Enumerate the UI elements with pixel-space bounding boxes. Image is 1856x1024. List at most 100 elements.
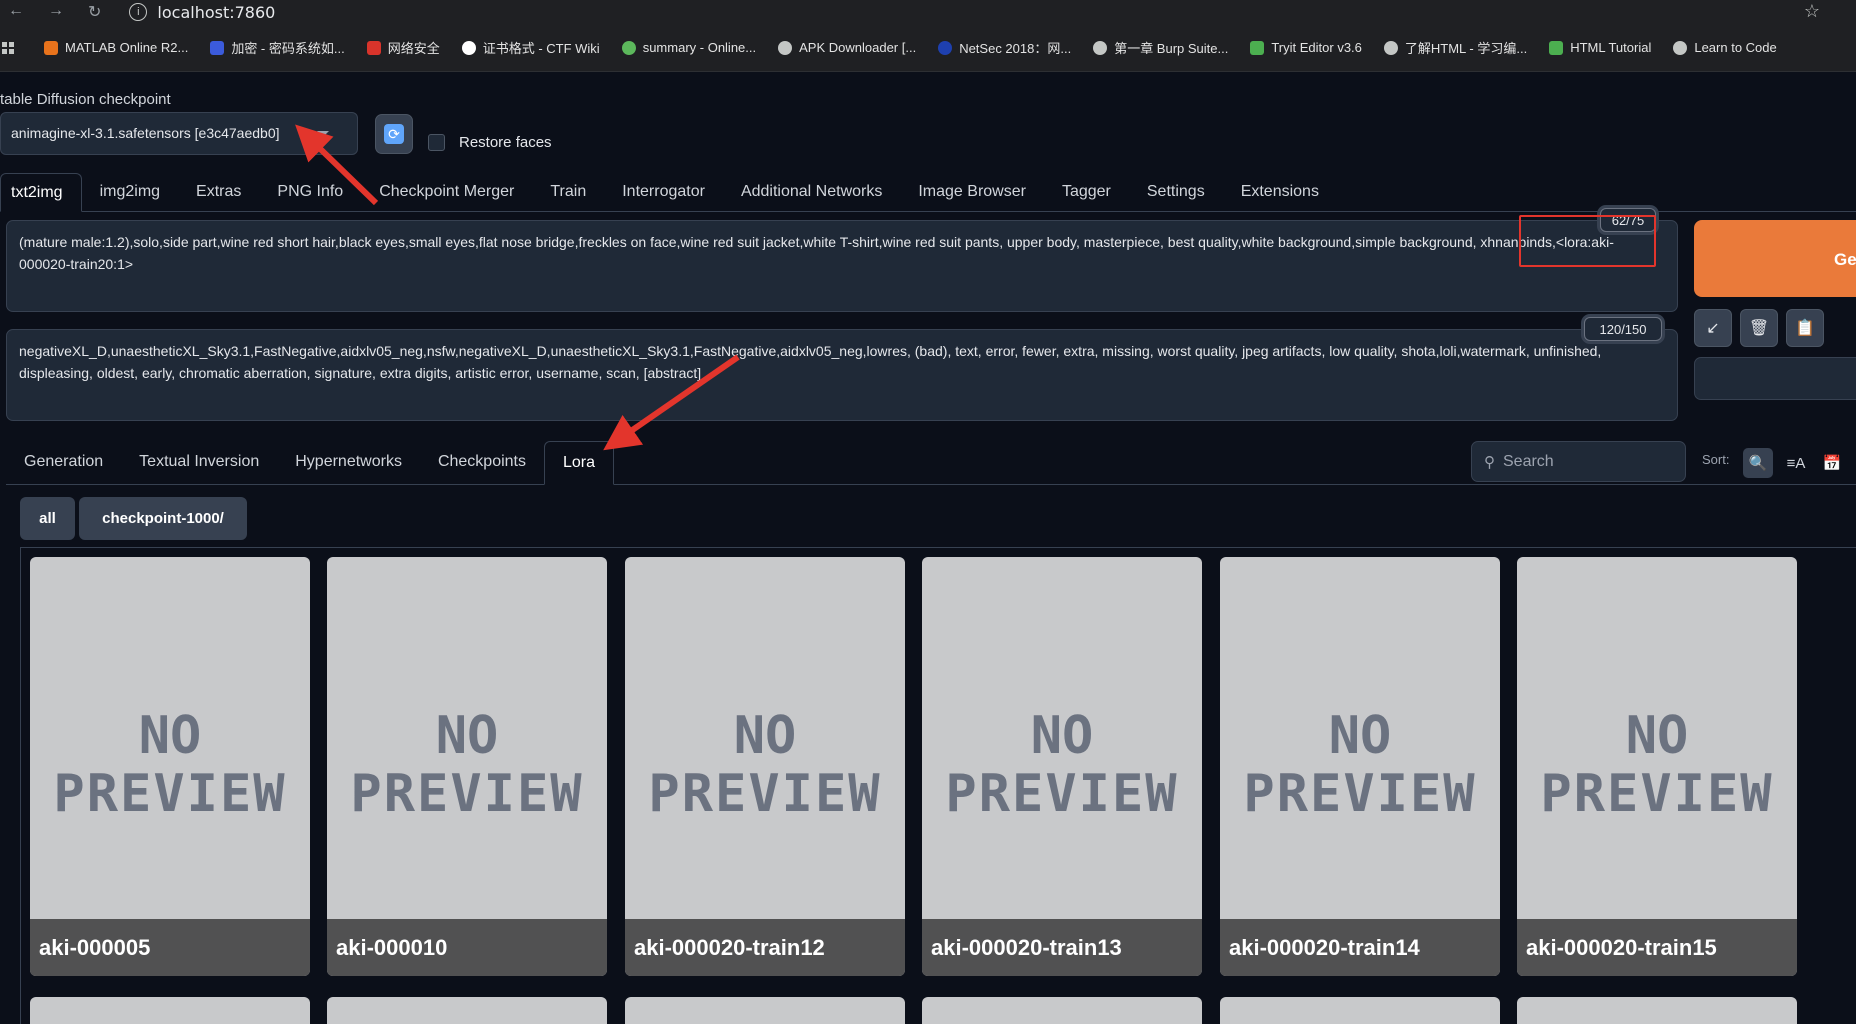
no-preview-line2: PREVIEW bbox=[350, 764, 584, 824]
bookmark-favicon-icon bbox=[366, 40, 381, 55]
no-preview-placeholder: NO PREVIEW bbox=[327, 707, 607, 823]
tab-png-info[interactable]: PNG Info bbox=[259, 173, 361, 212]
paste-button[interactable]: 📋 bbox=[1786, 309, 1824, 347]
trash-icon: 🗑 bbox=[1748, 320, 1770, 337]
bookmark-item[interactable]: 加密 - 密码系统如... bbox=[210, 38, 345, 57]
bookmark-item[interactable]: MATLAB Online R2... bbox=[44, 40, 188, 55]
tab-checkpoints[interactable]: Checkpoints bbox=[420, 441, 544, 485]
lora-cards-grid: NO PREVIEW aki-000005 NO PREVIEW aki-00001… bbox=[20, 547, 1856, 1024]
tab-img2img[interactable]: img2img bbox=[82, 173, 178, 212]
lora-card[interactable]: NO PREVIEW aki-000020-train13 bbox=[922, 557, 1202, 976]
tab-checkpoint-merger[interactable]: Checkpoint Merger bbox=[361, 173, 532, 212]
bookmark-label: summary - Online... bbox=[642, 40, 757, 55]
bookmark-star-icon[interactable]: ☆ bbox=[1804, 1, 1820, 22]
reload-icon[interactable]: ↻ bbox=[88, 2, 101, 22]
filter-all-button[interactable]: all bbox=[20, 497, 75, 540]
bookmark-item[interactable]: 了解HTML - 学习编... bbox=[1383, 38, 1528, 57]
bookmark-item[interactable]: HTML Tutorial bbox=[1549, 40, 1651, 55]
lora-card[interactable]: NO PREVIEW aki-000010 bbox=[327, 557, 607, 976]
tab-lora[interactable]: Lora bbox=[543, 441, 615, 485]
no-preview-line2: PREVIEW bbox=[945, 764, 1179, 824]
bookmark-label: 网络安全 bbox=[387, 41, 440, 56]
refresh-icon: ⟳ bbox=[384, 124, 404, 144]
bookmark-item[interactable]: Tryit Editor v3.6 bbox=[1250, 40, 1362, 55]
bookmark-favicon-icon bbox=[1250, 40, 1265, 55]
bookmark-item[interactable]: summary - Online... bbox=[621, 40, 757, 55]
restore-faces-option[interactable]: Restore faces bbox=[428, 134, 552, 151]
lora-card[interactable]: NO PREVIEW aki-000020-train12 bbox=[625, 557, 905, 976]
lora-card-partial[interactable] bbox=[1220, 997, 1500, 1024]
no-preview-line1: NO bbox=[733, 706, 797, 766]
restore-faces-checkbox[interactable] bbox=[428, 134, 445, 151]
bookmark-item[interactable]: Learn to Code bbox=[1673, 40, 1777, 55]
tab-image-browser[interactable]: Image Browser bbox=[900, 173, 1044, 212]
url-text[interactable]: localhost:7860 bbox=[157, 3, 275, 22]
globe-icon bbox=[1093, 40, 1108, 55]
bookmark-item[interactable]: 证书格式 - CTF Wiki bbox=[461, 38, 600, 57]
bookmark-favicon-icon bbox=[461, 40, 476, 55]
read-params-button[interactable]: ↙ bbox=[1694, 309, 1732, 347]
tab-tagger[interactable]: Tagger bbox=[1044, 173, 1129, 212]
clear-prompt-button[interactable]: 🗑 bbox=[1740, 309, 1778, 347]
apps-grid-icon[interactable] bbox=[2, 41, 14, 54]
bookmark-item[interactable]: NetSec 2018：网... bbox=[938, 38, 1071, 57]
bookmark-label: NetSec 2018：网... bbox=[959, 41, 1072, 56]
site-info-icon[interactable]: i bbox=[129, 3, 148, 21]
lora-card[interactable]: NO PREVIEW aki-000020-train15 bbox=[1517, 557, 1797, 976]
search-input[interactable]: ⚲ Search bbox=[1471, 441, 1686, 482]
lora-card-partial[interactable] bbox=[625, 997, 905, 1024]
lora-card[interactable]: NO PREVIEW aki-000005 bbox=[30, 557, 310, 976]
tab-additional-networks[interactable]: Additional Networks bbox=[723, 173, 900, 212]
bookmark-label: APK Downloader [... bbox=[799, 40, 917, 55]
lora-card-title: aki-000020-train13 bbox=[922, 919, 1202, 976]
lora-card-partial[interactable] bbox=[922, 997, 1202, 1024]
positive-prompt-input[interactable]: (mature male:1.2),solo,side part,wine re… bbox=[6, 220, 1678, 312]
lora-card-title: aki-000020-train14 bbox=[1220, 919, 1500, 976]
lora-card-partial[interactable] bbox=[327, 997, 607, 1024]
tab-train[interactable]: Train bbox=[532, 173, 604, 212]
styles-dropdown[interactable] bbox=[1694, 357, 1856, 400]
bookmark-label: 了解HTML - 学习编... bbox=[1404, 41, 1528, 56]
no-preview-line2: PREVIEW bbox=[1540, 764, 1774, 824]
clipboard-icon: 📋 bbox=[1795, 320, 1815, 337]
no-preview-line2: PREVIEW bbox=[648, 764, 882, 824]
forward-icon[interactable]: → bbox=[48, 2, 64, 22]
lora-card[interactable]: NO PREVIEW aki-000020-train14 bbox=[1220, 557, 1500, 976]
tab-interrogator[interactable]: Interrogator bbox=[604, 173, 723, 212]
generate-button[interactable]: Ge bbox=[1694, 220, 1856, 297]
tab-txt2img[interactable]: txt2img bbox=[0, 173, 82, 212]
checkpoint-label: table Diffusion checkpoint bbox=[0, 91, 171, 108]
tab-textual-inversion[interactable]: Textual Inversion bbox=[121, 441, 277, 485]
tab-hypernetworks[interactable]: Hypernetworks bbox=[277, 441, 420, 485]
no-preview-line2: PREVIEW bbox=[53, 764, 287, 824]
back-icon[interactable]: ← bbox=[8, 2, 24, 22]
checkpoint-dropdown[interactable]: animagine-xl-3.1.safetensors [e3c47aedb0… bbox=[0, 112, 358, 155]
lora-card-partial[interactable] bbox=[30, 997, 310, 1024]
sort-by-path-icon[interactable]: 🔍 bbox=[1743, 448, 1773, 478]
no-preview-line1: NO bbox=[138, 706, 202, 766]
bookmark-favicon-icon bbox=[938, 40, 953, 55]
tab-settings[interactable]: Settings bbox=[1129, 173, 1223, 212]
tab-extensions[interactable]: Extensions bbox=[1223, 173, 1337, 212]
tab-generation[interactable]: Generation bbox=[6, 441, 121, 485]
bookmark-favicon-icon bbox=[210, 40, 225, 55]
negative-prompt-input[interactable]: negativeXL_D,unaestheticXL_Sky3.1,FastNe… bbox=[6, 329, 1678, 421]
no-preview-placeholder: NO PREVIEW bbox=[1220, 707, 1500, 823]
restore-faces-label: Restore faces bbox=[459, 134, 552, 151]
bookmark-item[interactable]: 第一章 Burp Suite... bbox=[1093, 38, 1228, 57]
filter-checkpoint-button[interactable]: checkpoint-1000/ bbox=[79, 497, 247, 540]
sort-by-name-icon[interactable]: ≡A bbox=[1781, 448, 1811, 478]
lora-card-partial[interactable] bbox=[1517, 997, 1797, 1024]
bookmark-item[interactable]: 网络安全 bbox=[366, 38, 440, 57]
bookmark-item[interactable]: APK Downloader [... bbox=[778, 40, 916, 55]
tab-extras[interactable]: Extras bbox=[178, 173, 259, 212]
no-preview-placeholder: NO PREVIEW bbox=[1517, 707, 1797, 823]
bookmark-label: Learn to Code bbox=[1694, 40, 1777, 55]
bookmark-favicon-icon bbox=[44, 40, 58, 55]
no-preview-line1: NO bbox=[1328, 706, 1392, 766]
lora-card-title: aki-000020-train12 bbox=[625, 919, 905, 976]
lora-card-title: aki-000010 bbox=[327, 919, 607, 976]
sort-by-date-icon[interactable]: 📅 bbox=[1817, 448, 1847, 478]
no-preview-placeholder: NO PREVIEW bbox=[625, 707, 905, 823]
refresh-checkpoint-button[interactable]: ⟳ bbox=[375, 114, 413, 154]
